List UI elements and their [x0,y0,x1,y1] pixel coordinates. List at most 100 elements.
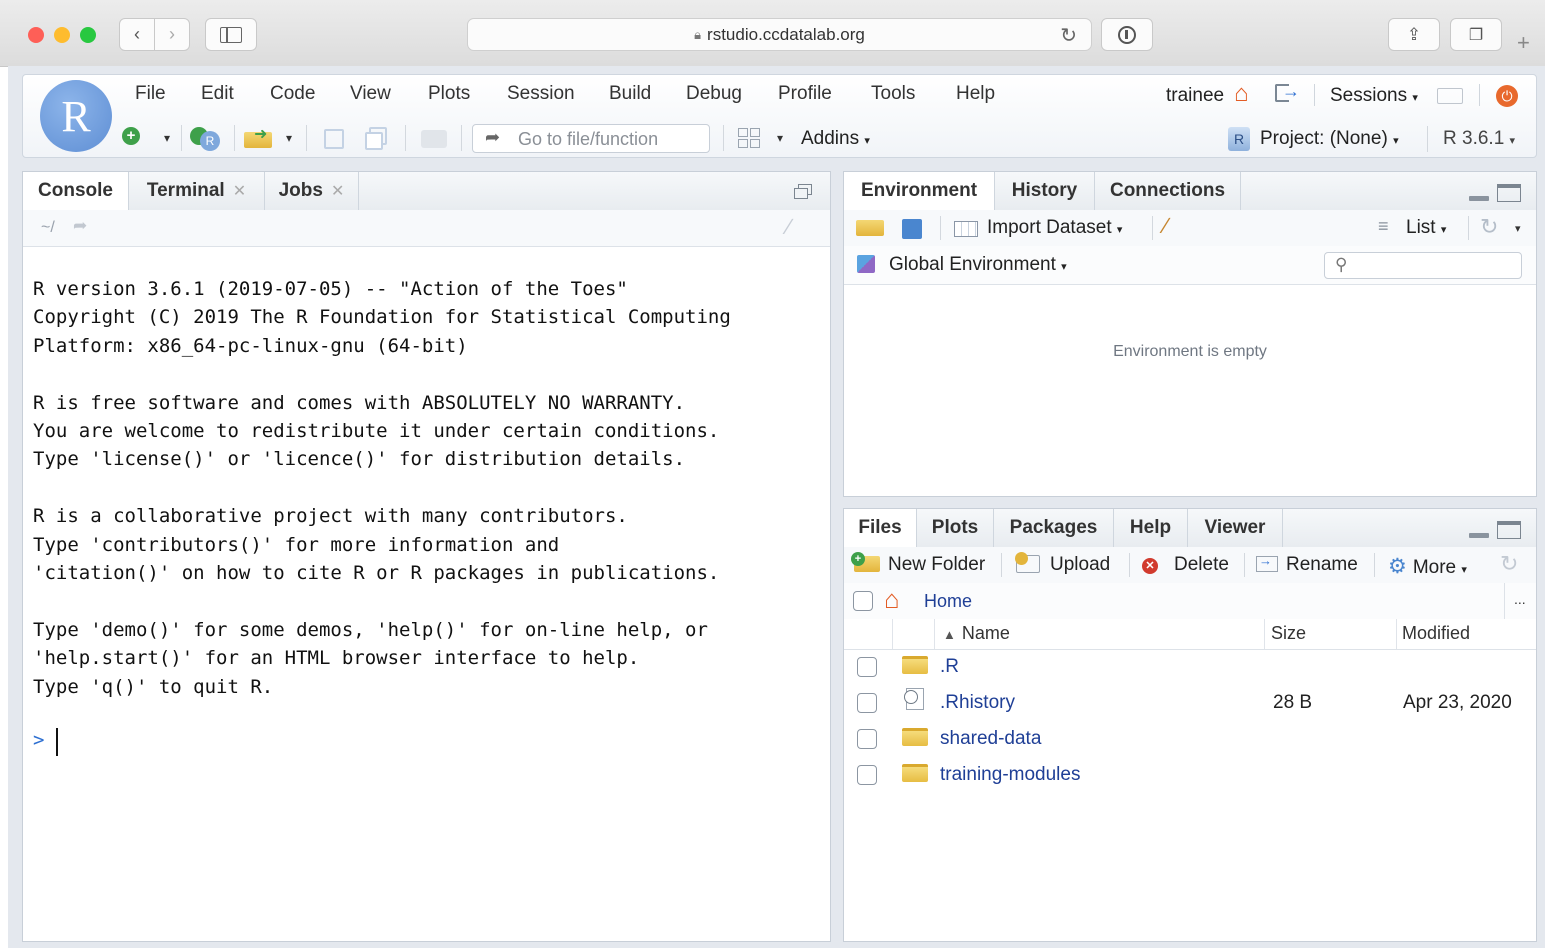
file-name-link[interactable]: shared-data [940,728,1041,750]
sort-modified-header[interactable]: Modified [1402,623,1470,644]
menu-tools[interactable]: Tools [871,83,915,105]
tab-packages[interactable]: Packages [994,509,1114,547]
menu-view[interactable]: View [350,83,391,105]
reload-icon[interactable]: ↻ [1060,23,1077,48]
r-version-menu[interactable]: R 3.6.1 ▾ [1443,128,1515,150]
menu-help[interactable]: Help [956,83,995,105]
sidebar-toggle-button[interactable] [205,18,257,51]
project-menu[interactable]: Project: (None) ▾ [1260,128,1399,150]
menu-build[interactable]: Build [609,83,651,105]
new-session-icon[interactable] [1437,88,1463,104]
password-manager-button[interactable] [1101,18,1153,51]
menu-edit[interactable]: Edit [201,83,234,105]
new-folder-button[interactable]: + New Folder [851,552,985,576]
save-all-icon[interactable] [365,127,389,151]
tab-history[interactable]: History [995,172,1095,210]
tab-files[interactable]: Files [844,509,917,548]
working-directory[interactable]: ~/ [41,219,55,237]
more-menu[interactable]: ⚙ More ▾ [1388,554,1467,579]
maximize-pane-icon[interactable] [1497,521,1521,539]
clear-workspace-icon[interactable]: ∕ [1164,213,1168,239]
console-cursor[interactable] [56,728,58,756]
view-mode-dropdown[interactable]: List ▾ [1406,217,1446,239]
file-row[interactable]: training-modules [844,757,1536,793]
breadcrumb-home[interactable]: Home [924,591,972,612]
menu-file[interactable]: File [135,83,166,105]
addins-menu[interactable]: Addins ▾ [801,128,870,150]
save-icon[interactable] [324,129,344,149]
tab-help[interactable]: Help [1114,509,1188,547]
file-row[interactable]: .R [844,649,1536,685]
environment-search-input[interactable]: ⚲ [1324,252,1522,279]
zoom-window-button[interactable] [80,27,96,43]
open-file-icon[interactable]: ➜ [244,126,274,148]
file-row[interactable]: shared-data [844,721,1536,757]
share-button[interactable]: ⇪ [1388,18,1440,51]
close-icon[interactable]: ✕ [233,181,246,201]
new-tab-button[interactable]: + [1517,30,1530,56]
tabs-overview-button[interactable]: ❐ [1450,18,1502,51]
back-button[interactable]: ‹ [119,18,155,51]
select-all-checkbox[interactable] [853,591,873,611]
tab-viewer[interactable]: Viewer [1188,509,1283,547]
refresh-files-icon[interactable]: ↻ [1500,551,1518,577]
tab-connections[interactable]: Connections [1095,172,1241,210]
menu-session[interactable]: Session [507,83,575,105]
sort-name-header[interactable]: ▲ Name [943,623,1010,644]
file-checkbox[interactable] [857,657,877,677]
files-breadcrumb-bar: ⌂ Home ... [844,583,1536,620]
tab-environment[interactable]: Environment [844,172,995,211]
environment-scope-bar: Global Environment ▾ ⚲ [844,246,1536,285]
pane-layout-dropdown-icon[interactable]: ▾ [777,131,783,145]
close-icon[interactable]: ✕ [331,181,344,201]
menu-debug[interactable]: Debug [686,83,742,105]
import-dataset-button[interactable]: Import Dataset ▾ [987,217,1122,239]
sign-out-icon[interactable]: → [1275,81,1300,104]
tab-jobs[interactable]: Jobs ✕ [265,172,359,210]
sessions-menu[interactable]: Sessions ▾ [1330,85,1418,107]
minimize-pane-icon[interactable] [1469,533,1489,538]
new-file-icon[interactable]: + [122,127,140,145]
tab-console[interactable]: Console [23,172,129,211]
menu-code[interactable]: Code [270,83,315,105]
load-workspace-icon[interactable] [856,220,884,236]
maximize-pane-icon[interactable] [794,184,812,200]
pane-layout-icon[interactable] [738,128,762,150]
save-workspace-icon[interactable] [902,219,922,239]
menu-profile[interactable]: Profile [778,83,832,105]
new-file-dropdown-icon[interactable]: ▾ [164,131,170,145]
file-name-link[interactable]: .Rhistory [940,692,1015,714]
address-bar[interactable]: 🔒︎ rstudio.ccdatalab.org ↻ [467,18,1092,51]
minimize-window-button[interactable] [54,27,70,43]
file-checkbox[interactable] [857,765,877,785]
file-name-link[interactable]: .R [940,656,959,678]
clear-console-icon[interactable]: ∕ [787,214,791,240]
upload-button[interactable]: Upload [1015,552,1110,576]
tab-terminal[interactable]: Terminal ✕ [129,172,265,210]
file-checkbox[interactable] [857,729,877,749]
file-name-link[interactable]: training-modules [940,764,1080,786]
goto-file-input[interactable]: ➦ Go to file/function [472,124,710,153]
power-icon[interactable]: ⏻ [1496,85,1518,107]
maximize-pane-icon[interactable] [1497,184,1521,202]
home-icon[interactable]: ⌂ [1234,80,1249,108]
refresh-dropdown-icon[interactable]: ▾ [1515,222,1521,235]
environment-scope-dropdown[interactable]: Global Environment ▾ [889,254,1067,276]
file-row[interactable]: .Rhistory 28 B Apr 23, 2020 [844,685,1536,721]
delete-button[interactable]: ✕ Delete [1142,554,1229,576]
rename-button[interactable]: → Rename [1256,553,1358,576]
close-window-button[interactable] [28,27,44,43]
print-icon[interactable] [421,130,447,148]
file-checkbox[interactable] [857,693,877,713]
minimize-pane-icon[interactable] [1469,196,1489,201]
open-file-dropdown-icon[interactable]: ▾ [286,131,292,145]
refresh-icon[interactable]: ↻ [1480,214,1498,240]
goto-directory-icon[interactable]: ➦ [73,216,87,236]
forward-button[interactable]: › [154,18,190,51]
sort-size-header[interactable]: Size [1271,623,1306,644]
new-project-icon[interactable]: R [190,125,222,151]
go-to-directory-button[interactable]: ... [1514,591,1526,607]
menu-plots[interactable]: Plots [428,83,470,105]
tab-plots[interactable]: Plots [917,509,994,547]
